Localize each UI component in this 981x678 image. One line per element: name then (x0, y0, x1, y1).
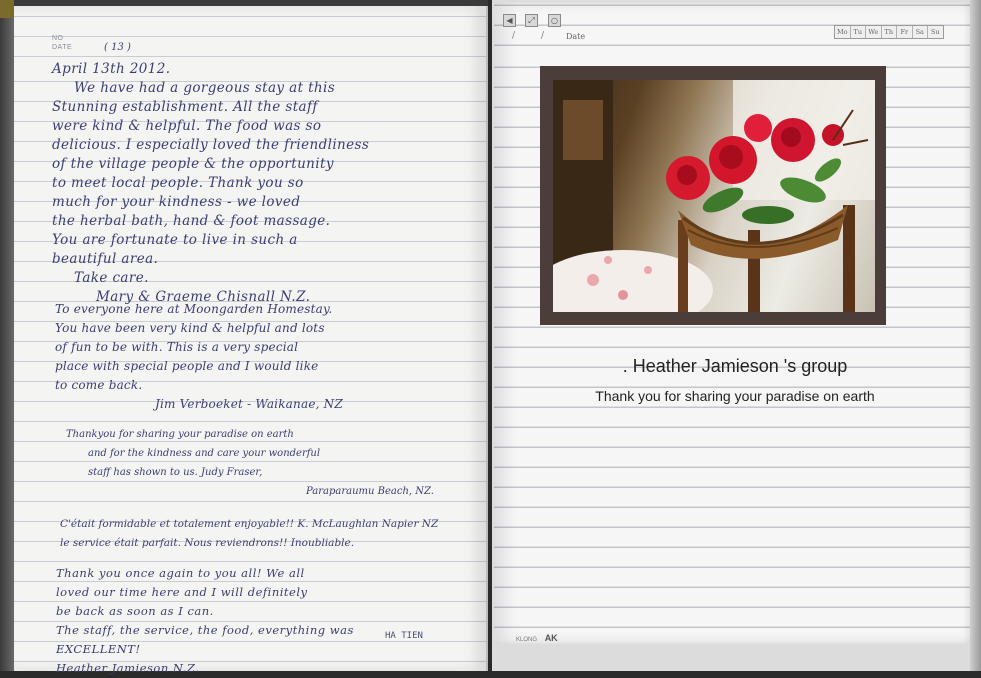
handwritten-signature: Jim Verboeket - Waikanae, NZ (155, 397, 343, 411)
handwritten-line: to meet local people. Thank you so (52, 175, 304, 191)
handwritten-signature: Paraparaumu Beach, NZ. (306, 486, 434, 497)
handwritten-line: le service était parfait. Nous reviendro… (60, 537, 355, 549)
handwritten-line: You have been very kind & helpful and lo… (55, 321, 325, 335)
handwritten-line: Thank you once again to you all! We all (56, 566, 305, 580)
handwritten-line: loved our time here and I will definitel… (56, 585, 308, 599)
handwritten-line: much for your kindness - we loved (52, 194, 301, 210)
handwritten-line: To everyone here at Moongarden Homestay. (55, 302, 333, 316)
meta-no-label: NO (52, 35, 64, 42)
expand-icon[interactable]: ⤢ (525, 14, 538, 27)
handwritten-line: We have had a gorgeous stay at this (74, 80, 336, 96)
handwritten-line: beautiful area. (52, 251, 159, 267)
handwritten-line: be back as soon as I can. (56, 604, 214, 618)
handwritten-line: of the village people & the opportunity (52, 156, 334, 172)
handwritten-signature: Heather Jamieson N.Z. (56, 661, 200, 675)
weekday-su[interactable]: Su (928, 26, 943, 38)
brand-logo: AK (544, 633, 558, 643)
guestbook-entry-fraser: Thankyou for sharing your paradise on ea… (66, 425, 434, 501)
guestbook-entry-verboeket: To everyone here at Moongarden Homestay.… (55, 300, 343, 414)
back-icon[interactable]: ◀ (503, 14, 516, 27)
handwritten-line: and for the kindness and care your wonde… (88, 448, 321, 459)
stamp-text: HA TIEN (385, 631, 423, 641)
meta-date-number: ( 13 ) (104, 42, 131, 53)
weekday-strip: Mo Tu We Th Fr Sa Su (834, 25, 944, 39)
handwritten-line: Thankyou for sharing your paradise on ea… (66, 429, 294, 440)
weekday-mo[interactable]: Mo (835, 26, 851, 38)
caption-subtitle: Thank you for sharing your paradise on e… (595, 388, 875, 404)
handwritten-line: April 13th 2012. (52, 61, 171, 77)
guestbook-entry-chisnall: April 13th 2012. We have had a gorgeous … (52, 60, 369, 307)
handwritten-line: Take care. (74, 270, 149, 286)
notebook-brand: KLONG AK (516, 633, 558, 643)
brand-small-text: KLONG (516, 637, 538, 643)
meta-date-label: DATE (52, 44, 73, 51)
handwritten-line: place with special people and I would li… (55, 359, 319, 373)
guestbook-entry-mclaughlan: C'était formidable et totalement enjoyab… (60, 514, 438, 552)
handwritten-line: The staff, the service, the food, everyt… (56, 623, 354, 637)
settings-icon[interactable]: ○ (548, 14, 561, 27)
weekday-th[interactable]: Th (882, 26, 897, 38)
handwritten-line: were kind & helpful. The food was so (52, 118, 322, 134)
rose-basket-illustration (553, 80, 875, 312)
handwritten-line: You are fortunate to live in such a (52, 232, 298, 248)
weekday-fr[interactable]: Fr (897, 26, 913, 38)
page-meta: NO DATE (52, 34, 72, 52)
handwritten-line: delicious. I especially loved the friend… (52, 137, 370, 153)
handwritten-line: C'était formidable et totalement enjoyab… (60, 518, 439, 530)
rose-basket-photo (553, 80, 875, 312)
corner-clip (0, 0, 14, 18)
guestbook-entry-jamieson: Thank you once again to you all! We all … (56, 563, 354, 677)
weekday-we[interactable]: We (866, 26, 882, 38)
right-page-edge (970, 0, 981, 671)
handwritten-line: the herbal bath, hand & foot massage. (52, 213, 331, 229)
handwritten-line: EXCELLENT! (56, 642, 141, 656)
handwritten-line: to come back. (55, 378, 143, 392)
handwritten-line: staff has shown to us. Judy Fraser, (88, 467, 263, 478)
date-slash: / (541, 31, 545, 41)
photo-frame (540, 66, 886, 325)
date-label: Date (566, 32, 586, 41)
caption-title: . Heather Jamieson 's group (622, 356, 848, 376)
date-slash: / (512, 31, 516, 41)
handwritten-line: Stunning establishment. All the staff (52, 99, 318, 115)
weekday-tu[interactable]: Tu (851, 26, 866, 38)
weekday-sa[interactable]: Sa (913, 26, 928, 38)
notebook-cover-edge (0, 0, 14, 671)
handwritten-line: of fun to be with. This is a very specia… (55, 340, 299, 354)
